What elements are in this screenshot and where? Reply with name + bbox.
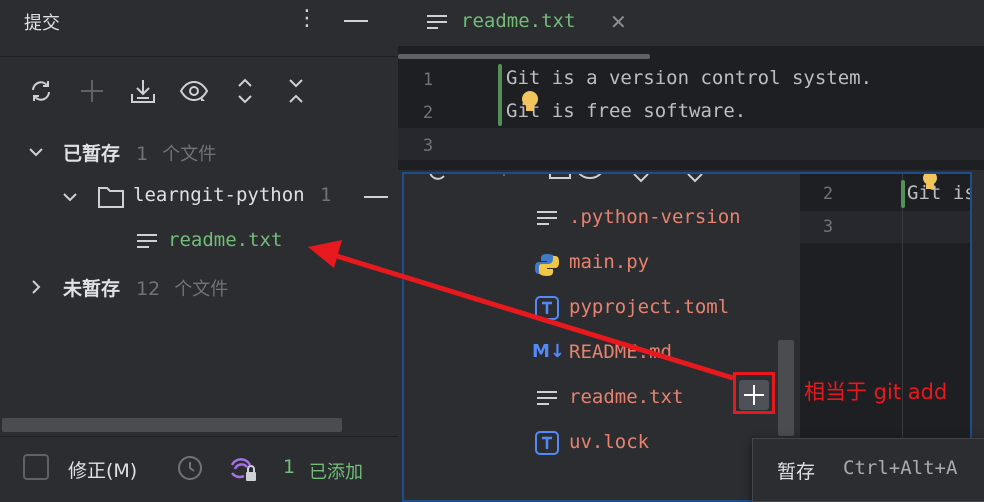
- more-options-icon[interactable]: ⋮: [296, 6, 318, 34]
- dash-icon: [364, 196, 388, 198]
- overlay-toolbar: [429, 174, 571, 180]
- overlay-file: readme.txt: [569, 386, 684, 408]
- overlay-file: main.py: [569, 251, 650, 273]
- unstaged-count: 12: [136, 278, 161, 300]
- toml-icon: [535, 296, 559, 320]
- staged-group-label[interactable]: 已暂存 1 个文件: [63, 139, 216, 166]
- close-tab-icon[interactable]: ✕: [610, 10, 627, 34]
- text-file-icon: [537, 211, 557, 225]
- divider: [0, 56, 398, 57]
- tab-label[interactable]: readme.txt: [461, 10, 575, 32]
- text-file-icon: [137, 234, 157, 248]
- line-number: 2: [822, 184, 834, 204]
- refresh-icon[interactable]: [26, 76, 56, 106]
- folder-icon: [98, 187, 124, 208]
- lightbulb-icon[interactable]: [519, 89, 541, 115]
- chevron-down-icon[interactable]: [28, 144, 44, 160]
- tooltip-shortcut: Ctrl+Alt+A: [843, 457, 958, 479]
- divider: [0, 436, 398, 437]
- text-file-icon: [537, 391, 557, 405]
- lock-file-icon: [535, 431, 559, 455]
- expand-all-icon[interactable]: [230, 76, 260, 106]
- overlay-toolbar-right: [578, 174, 703, 183]
- download-icon[interactable]: [128, 76, 158, 106]
- eye-icon[interactable]: [179, 76, 209, 106]
- tab-scrollbar[interactable]: [398, 54, 650, 59]
- code-line[interactable]: Git is a version control system.: [506, 67, 872, 89]
- annotation-highlight-box: [733, 372, 775, 414]
- line-number: 3: [822, 217, 834, 237]
- folder-label[interactable]: learngit-python 1: [133, 184, 332, 206]
- line-number: 3: [422, 136, 434, 156]
- minimize-icon[interactable]: [344, 20, 368, 22]
- staged-unit: 个文件: [162, 144, 217, 165]
- markdown-icon: M↓: [532, 341, 565, 362]
- clock-icon[interactable]: [177, 455, 203, 481]
- collapse-all-icon[interactable]: [281, 76, 311, 106]
- folder-count: 1: [320, 184, 332, 206]
- annotation-text: 相当于 git add: [804, 380, 948, 404]
- staged-count: 1: [136, 143, 149, 165]
- unstaged-unit: 个文件: [174, 279, 229, 300]
- tooltip-label: 暂存: [777, 461, 816, 483]
- overlay-file: pyproject.toml: [569, 296, 730, 318]
- unstaged-group-label[interactable]: 未暂存 12 个文件: [63, 274, 228, 301]
- change-marker[interactable]: [498, 64, 502, 126]
- python-icon: [535, 254, 559, 276]
- line-number: 1: [422, 70, 434, 90]
- plus-icon[interactable]: [77, 76, 107, 106]
- stage-tooltip: 暂存 Ctrl+Alt+A: [752, 438, 984, 502]
- amend-checkbox[interactable]: [23, 454, 49, 480]
- text-file-icon: [427, 15, 447, 29]
- current-line-highlight: [398, 128, 984, 160]
- overlay-file: .python-version: [569, 206, 741, 228]
- chevron-down-icon[interactable]: [62, 189, 78, 205]
- lightbulb-icon: [923, 174, 937, 189]
- added-count: 1: [283, 456, 296, 478]
- panel-title: 提交: [24, 13, 60, 34]
- ai-lock-icon[interactable]: [228, 455, 258, 483]
- overlay-file: README.md: [569, 341, 672, 363]
- line-number: 2: [422, 103, 434, 123]
- chevron-right-icon[interactable]: [28, 279, 44, 295]
- overlay-scrollbar: [778, 340, 794, 436]
- change-marker: [901, 180, 905, 208]
- staged-file-readme[interactable]: readme.txt: [168, 229, 282, 251]
- added-label: 已添加: [309, 462, 363, 483]
- amend-label[interactable]: 修正(M): [68, 456, 137, 483]
- horizontal-scrollbar[interactable]: [2, 418, 342, 432]
- overlay-file: uv.lock: [569, 431, 650, 453]
- code-line[interactable]: Git is free software.: [506, 100, 746, 122]
